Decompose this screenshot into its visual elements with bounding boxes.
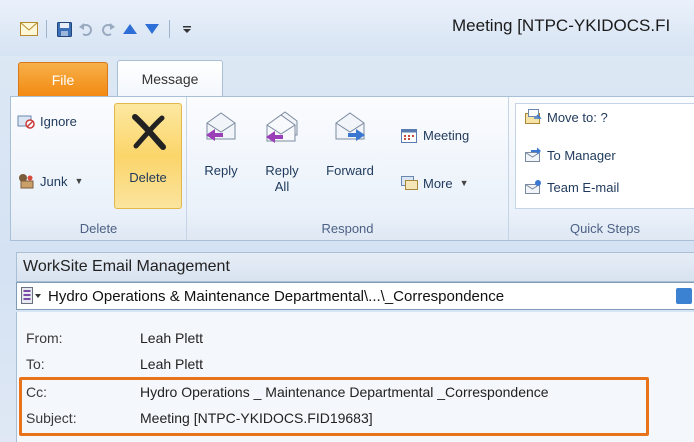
worksite-folder-selector[interactable]: Hydro Operations & Maintenance Departmen…: [16, 282, 694, 310]
to-manager-icon: [525, 147, 541, 162]
meeting-label: Meeting: [423, 127, 470, 143]
more-respond-icon: [401, 176, 418, 190]
highlight-annotation-box: [19, 377, 649, 436]
toolbar-separator: [169, 20, 170, 38]
worksite-info-icon[interactable]: [676, 288, 692, 304]
to-label: To:: [26, 356, 45, 372]
mail-icon[interactable]: [20, 20, 38, 38]
more-label: More: [423, 175, 453, 191]
redo-icon[interactable]: [99, 20, 117, 38]
meeting-button[interactable]: Meeting: [401, 127, 469, 143]
title-bar: Meeting [NTPC-YKIDOCS.FI: [0, 0, 694, 56]
up-icon[interactable]: [121, 20, 139, 38]
tab-file[interactable]: File: [18, 62, 108, 96]
worksite-folder-path: Hydro Operations & Maintenance Departmen…: [48, 287, 505, 305]
delete-x-icon: [132, 114, 166, 150]
to-manager-label: To Manager: [547, 147, 616, 163]
junk-icon: [19, 174, 34, 189]
folder-list-icon[interactable]: [21, 287, 43, 305]
to-manager-button[interactable]: To Manager: [525, 147, 616, 163]
from-value[interactable]: Leah Plett: [140, 330, 203, 346]
toolbar-separator: [46, 20, 47, 38]
reply-icon: [206, 112, 236, 141]
team-email-icon: [525, 180, 541, 194]
move-to-button[interactable]: Move to: ?: [525, 109, 608, 125]
ignore-button[interactable]: Ignore: [17, 113, 77, 129]
worksite-panel-header: WorkSite Email Management: [16, 252, 694, 282]
to-value[interactable]: Leah Plett: [140, 356, 203, 372]
to-row: To: Leah Plett: [26, 356, 203, 372]
team-email-button[interactable]: Team E-mail: [525, 179, 619, 195]
forward-label: Forward: [326, 163, 374, 178]
undo-icon[interactable]: [77, 20, 95, 38]
from-row: From: Leah Plett: [26, 330, 203, 346]
reply-button[interactable]: Reply: [199, 109, 243, 179]
reply-all-label-line2: All: [274, 179, 290, 194]
chevron-down-icon: ▼: [74, 176, 84, 186]
outlook-message-window: Meeting [NTPC-YKIDOCS.FI File Message Ig…: [0, 0, 694, 442]
from-label: From:: [26, 330, 63, 346]
move-to-label: Move to: ?: [547, 109, 608, 125]
group-label-delete: Delete: [79, 221, 118, 236]
ribbon-group-quick-steps: Move to: ? To Manager Team E-mail Quick …: [515, 97, 694, 240]
ribbon-group-respond: Reply Reply All Forward Meeting More ▼ R…: [187, 97, 509, 240]
reply-all-button[interactable]: Reply All: [257, 109, 307, 195]
team-email-label: Team E-mail: [547, 179, 620, 195]
delete-label: Delete: [129, 170, 167, 185]
tab-message[interactable]: Message: [117, 60, 223, 97]
ribbon: Ignore Junk ▼ Delete Delete Reply Reply …: [10, 96, 694, 241]
down-icon[interactable]: [143, 20, 161, 38]
reply-all-label-line1: Reply: [265, 163, 299, 178]
window-title: Meeting [NTPC-YKIDOCS.FI: [452, 16, 671, 35]
ignore-label: Ignore: [40, 113, 77, 129]
quick-access-toolbar: [20, 20, 196, 38]
reply-all-icon: [266, 111, 298, 143]
more-button[interactable]: More ▼: [401, 175, 469, 191]
calendar-icon: [401, 129, 417, 143]
forward-icon: [335, 112, 365, 141]
junk-label: Junk: [40, 173, 68, 189]
chevron-down-icon: ▼: [459, 178, 469, 188]
group-label-quick-steps: Quick Steps: [569, 221, 641, 236]
reply-label: Reply: [204, 163, 238, 178]
junk-button[interactable]: Junk ▼: [17, 173, 83, 189]
delete-button[interactable]: Delete: [114, 103, 182, 209]
ignore-icon: [17, 115, 35, 129]
move-to-icon: [525, 109, 542, 124]
save-icon[interactable]: [55, 20, 73, 38]
forward-button[interactable]: Forward: [319, 109, 381, 179]
ribbon-group-delete: Ignore Junk ▼ Delete Delete: [11, 97, 187, 240]
group-label-respond: Respond: [321, 221, 374, 236]
customize-icon[interactable]: [178, 20, 196, 38]
